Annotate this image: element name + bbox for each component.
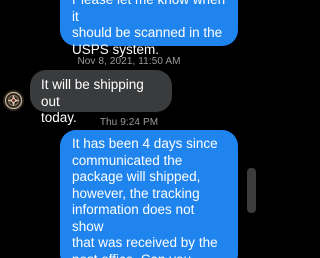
outgoing-message-bubble[interactable]: Please let me know when it should be sca…	[60, 0, 238, 57]
message-timestamp: Thu 9:24 PM	[99, 117, 159, 128]
outgoing-message-bubble[interactable]: It has been 4 days since communicated th…	[60, 130, 238, 258]
scrollbar-thumb[interactable]	[247, 168, 256, 213]
message-timestamp: Nov 8, 2021, 11:50 AM	[77, 56, 181, 67]
contact-avatar-icon[interactable]	[3, 90, 24, 111]
message-thread: Please let me know when it should be sca…	[0, 0, 258, 258]
incoming-message-bubble[interactable]: It will be shipping out today.	[30, 70, 172, 125]
